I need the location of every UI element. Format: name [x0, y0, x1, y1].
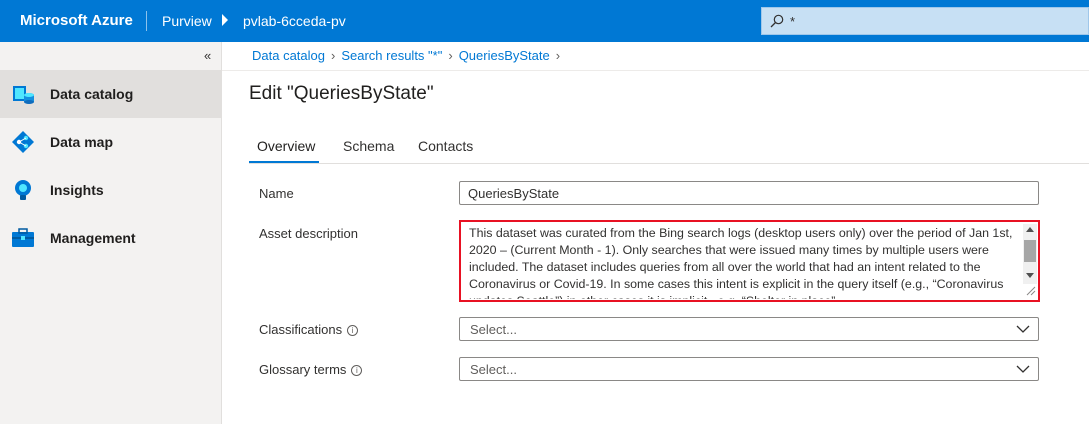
account-name[interactable]: pvlab-6cceda-pv — [243, 13, 346, 29]
global-search[interactable] — [761, 7, 1089, 35]
description-scrollbar[interactable] — [1023, 224, 1037, 284]
page-title: Edit "QueriesByState" — [249, 83, 434, 104]
tab-divider — [249, 163, 1089, 164]
classifications-label-text: Classifications — [259, 322, 343, 337]
chevron-right-icon: › — [331, 48, 336, 63]
asset-description-text: This dataset was curated from the Bing s… — [469, 226, 1013, 299]
management-icon — [12, 228, 34, 247]
scroll-down-icon[interactable] — [1026, 273, 1034, 278]
sidebar: « Data catalog Data map Insights Managem… — [0, 42, 222, 424]
chevron-right-icon: › — [555, 48, 561, 63]
top-bar: Microsoft Azure Purview pvlab-6cceda-pv — [0, 0, 1089, 42]
classifications-dropdown[interactable]: Select... — [459, 317, 1039, 341]
info-icon[interactable]: i — [351, 365, 363, 376]
tab-contacts[interactable]: Contacts — [418, 138, 473, 164]
classifications-label: Classifications i — [259, 322, 359, 337]
search-input[interactable] — [790, 11, 1080, 31]
data-catalog-icon — [13, 86, 34, 104]
azure-brand[interactable]: Microsoft Azure — [20, 12, 133, 29]
purview-link[interactable]: Purview — [162, 13, 212, 29]
glossary-terms-placeholder: Select... — [470, 362, 517, 377]
breadcrumb-asset[interactable]: QueriesByState — [459, 48, 550, 63]
name-input[interactable] — [459, 181, 1039, 205]
scroll-thumb[interactable] — [1024, 240, 1036, 262]
asset-description-label: Asset description — [259, 226, 358, 241]
data-map-icon — [12, 131, 34, 153]
tab-schema[interactable]: Schema — [343, 138, 394, 164]
insights-icon — [15, 180, 31, 200]
chevron-right-icon: › — [448, 48, 453, 63]
classifications-placeholder: Select... — [470, 322, 517, 337]
sidebar-item-label: Data map — [50, 134, 114, 150]
glossary-terms-label-text: Glossary terms — [259, 362, 347, 377]
chevron-down-icon — [1016, 325, 1030, 333]
name-label: Name — [259, 186, 294, 201]
header-divider — [146, 11, 147, 31]
breadcrumb-data-catalog[interactable]: Data catalog — [252, 48, 325, 63]
info-icon[interactable]: i — [347, 325, 359, 336]
sidebar-item-data-map[interactable]: Data map — [0, 118, 221, 166]
chevron-right-icon — [222, 14, 228, 26]
glossary-terms-dropdown[interactable]: Select... — [459, 357, 1039, 381]
breadcrumb-search-results[interactable]: Search results "*" — [341, 48, 442, 63]
scroll-up-icon[interactable] — [1026, 227, 1034, 232]
sidebar-item-label: Insights — [50, 182, 104, 198]
breadcrumb-divider — [222, 70, 1089, 71]
sidebar-item-label: Management — [50, 230, 136, 246]
collapse-sidebar-icon[interactable]: « — [204, 48, 211, 63]
sidebar-item-label: Data catalog — [50, 86, 134, 102]
search-icon — [770, 14, 784, 28]
resize-grip-icon[interactable] — [1024, 284, 1036, 296]
glossary-terms-label: Glossary terms i — [259, 362, 363, 377]
asset-description-textarea[interactable]: This dataset was curated from the Bing s… — [459, 220, 1040, 302]
sidebar-item-management[interactable]: Management — [0, 214, 221, 262]
chevron-down-icon — [1016, 365, 1030, 373]
breadcrumb: Data catalog › Search results "*" › QueriesB… — [252, 48, 566, 63]
sidebar-item-data-catalog[interactable]: Data catalog — [0, 70, 221, 118]
sidebar-item-insights[interactable]: Insights — [0, 166, 221, 214]
